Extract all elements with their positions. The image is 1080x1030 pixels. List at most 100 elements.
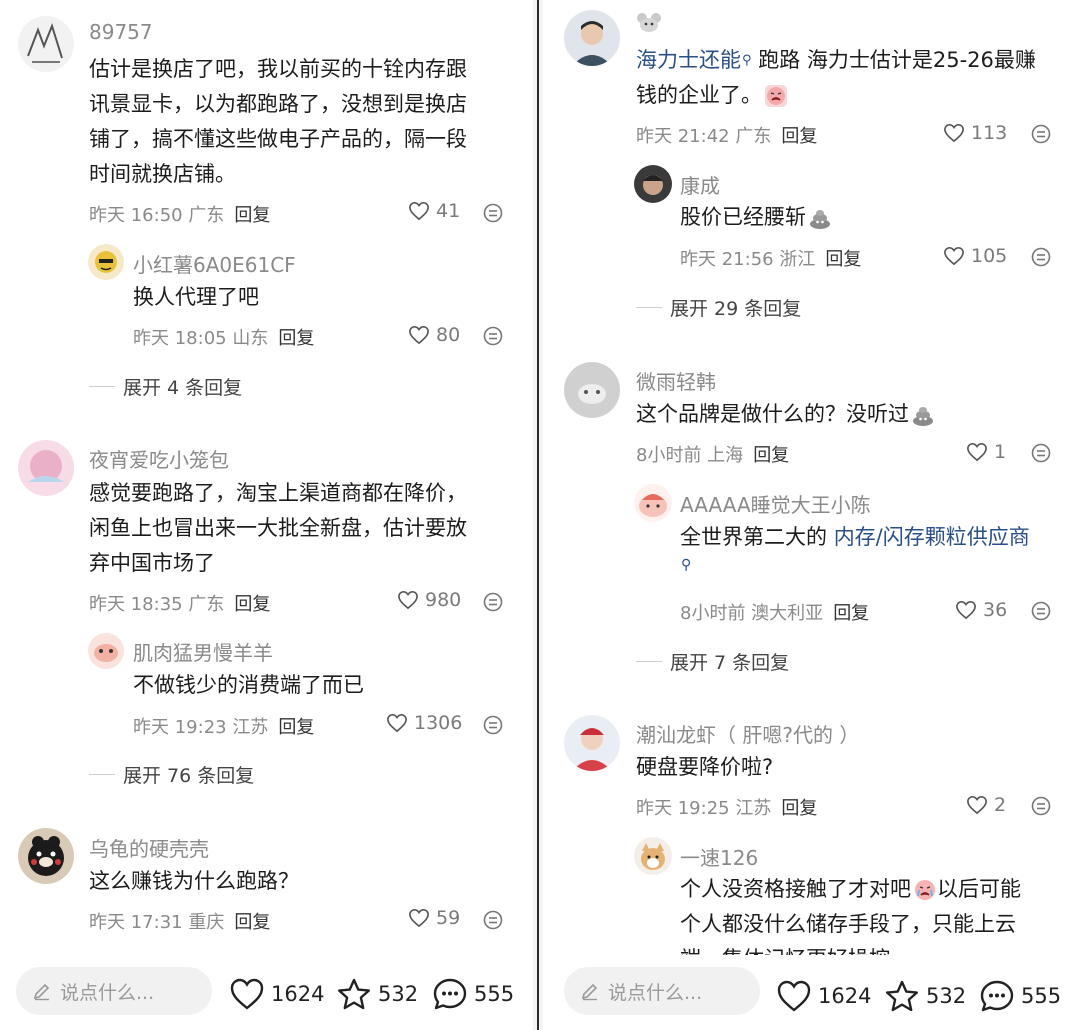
comment-time: 昨天 16:50 广东	[89, 205, 225, 226]
post-like-count: 1624	[271, 982, 325, 1006]
reply-author[interactable]: 康成	[680, 170, 720, 199]
comment-author[interactable]: 潮汕龙虾（ 肝嗯?代的 ）	[636, 719, 859, 748]
reply-button[interactable]: 回复	[833, 603, 869, 624]
post-favorite-button[interactable]: 532	[336, 977, 418, 1011]
heart-icon	[967, 442, 987, 462]
search-keyword-link[interactable]: 海力士还能	[636, 48, 741, 72]
comment-author[interactable]: 微雨轻韩	[636, 366, 716, 395]
reply-button[interactable]: 回复	[278, 717, 314, 738]
like-button[interactable]: 41	[408, 200, 460, 222]
dislike-icon[interactable]	[1031, 124, 1051, 144]
reply-line: 个人没资格接触了才对吧	[680, 877, 911, 901]
reply-button[interactable]: 回复	[234, 594, 270, 615]
like-button[interactable]: 105	[943, 245, 1007, 267]
avatar[interactable]	[18, 828, 74, 884]
reply-meta: 8小时前 澳大利亚 回复	[680, 599, 869, 625]
expand-replies-button[interactable]: 展开 7 条回复	[636, 648, 789, 675]
like-button[interactable]: 59	[408, 907, 460, 929]
avatar[interactable]	[18, 440, 74, 496]
comment-time: 8小时前 上海	[636, 445, 744, 466]
comment-meta: 昨天 18:35 广东 回复	[89, 590, 270, 616]
comment-text: 估计是换店了吧，我以前买的十铨内存跟 讯景显卡，以为都跑路了，没想到是换店 铺了…	[89, 52, 467, 192]
reply-button[interactable]: 回复	[825, 249, 861, 270]
avatar[interactable]	[18, 16, 74, 72]
like-button[interactable]: 1	[966, 441, 1006, 463]
dislike-icon[interactable]	[483, 203, 503, 223]
comment-meta: 昨天 19:25 江苏 回复	[636, 794, 817, 820]
reply-line: 个人都没什么储存手段了，只能上云	[680, 912, 1016, 936]
comment-author[interactable]: 89757	[89, 20, 153, 44]
post-comment-button[interactable]: 555	[979, 979, 1061, 1013]
comment-meta: 昨天 21:42 广东 回复	[636, 122, 817, 148]
dislike-icon[interactable]	[1031, 796, 1051, 816]
reply-button[interactable]: 回复	[234, 912, 270, 933]
mouse-badge-icon	[637, 13, 661, 32]
like-count: 1306	[414, 712, 463, 734]
like-button[interactable]: 36	[955, 599, 1007, 621]
heart-icon	[409, 325, 429, 345]
pencil-icon	[33, 983, 50, 1001]
like-count: 1	[994, 441, 1007, 463]
reply-button[interactable]: 回复	[781, 126, 817, 147]
reply-text: 全世界第二大的 内存/闪存颗粒供应商 ⚲	[680, 520, 1030, 575]
dislike-icon[interactable]	[483, 326, 503, 346]
expand-replies-button[interactable]: 展开 4 条回复	[89, 373, 242, 400]
reply-time: 昨天 18:05 山东	[133, 328, 269, 349]
avatar[interactable]	[564, 362, 620, 418]
comment-input[interactable]: 说点什么...	[16, 967, 212, 1015]
dislike-icon[interactable]	[1031, 443, 1051, 463]
dislike-icon[interactable]	[483, 592, 503, 612]
post-like-button[interactable]: 1624	[776, 979, 871, 1013]
avatar[interactable]	[564, 715, 620, 771]
dislike-icon[interactable]	[483, 910, 503, 930]
reply-button[interactable]: 回复	[234, 205, 270, 226]
dislike-icon[interactable]	[1031, 247, 1051, 267]
like-button[interactable]: 1306	[386, 712, 462, 734]
comment-line: 闲鱼上也冒出来一大批全新盘，估计要放	[89, 516, 467, 540]
comment-input[interactable]: 说点什么...	[564, 967, 760, 1015]
comment-author[interactable]: 夜宵爱吃小笼包	[89, 444, 229, 473]
reply-author[interactable]: 一速126	[680, 842, 758, 871]
comment-author[interactable]: 乌龟的硬壳壳	[89, 833, 209, 862]
like-button[interactable]: 2	[966, 794, 1006, 816]
poop-emoji-icon	[810, 210, 830, 229]
comment-meta: 昨天 17:31 重庆 回复	[89, 908, 270, 934]
like-button[interactable]: 980	[397, 589, 461, 611]
like-button[interactable]: 80	[408, 324, 460, 346]
post-comment-button[interactable]: 555	[432, 977, 514, 1011]
comment-line: 跑路 海力士估计是25-26最赚	[751, 48, 1036, 72]
avatar[interactable]	[634, 165, 672, 203]
reply-author[interactable]: 小红薯6A0E61CF	[133, 249, 296, 278]
like-count: 59	[436, 907, 461, 929]
reply-button[interactable]: 回复	[278, 328, 314, 349]
comment-line: 铺了，搞不懂这些做电子产品的，隔一段	[89, 127, 467, 151]
avatar[interactable]	[88, 244, 124, 280]
expand-replies-button[interactable]: 展开 76 条回复	[89, 761, 254, 788]
reply-author[interactable]: 肌肉猛男慢羊羊	[133, 637, 273, 666]
post-favorite-count: 532	[926, 984, 967, 1008]
panel-divider	[533, 0, 543, 1030]
comment-time: 昨天 21:42 广东	[636, 126, 772, 147]
avatar[interactable]	[564, 10, 620, 66]
crying-emoji-icon	[915, 880, 935, 900]
comment-line: 感觉要跑路了，淘宝上渠道商都在降价，	[89, 481, 467, 505]
bottom-action-bar: 说点什么... 1624 532 555	[543, 955, 1080, 1030]
reply-button[interactable]: 回复	[781, 798, 817, 819]
avatar[interactable]	[634, 484, 672, 522]
reply-author[interactable]: AAAAA睡觉大王小陈	[680, 489, 871, 518]
like-count: 980	[425, 589, 462, 611]
expand-replies-button[interactable]: 展开 29 条回复	[636, 294, 801, 321]
post-favorite-button[interactable]: 532	[884, 979, 966, 1013]
like-button[interactable]: 113	[943, 122, 1007, 144]
dislike-icon[interactable]	[1031, 601, 1051, 621]
reply-button[interactable]: 回复	[753, 445, 789, 466]
chat-bubble-icon	[980, 980, 1014, 1012]
post-like-button[interactable]: 1624	[229, 977, 324, 1011]
comment-time: 昨天 18:35 广东	[89, 594, 225, 615]
dislike-icon[interactable]	[483, 715, 503, 735]
like-count: 41	[436, 200, 461, 222]
comment-line: 钱的企业了。	[636, 83, 762, 107]
search-keyword-link[interactable]: 内存/闪存颗粒供应商	[834, 525, 1030, 549]
avatar[interactable]	[88, 633, 124, 669]
avatar[interactable]	[634, 837, 672, 875]
